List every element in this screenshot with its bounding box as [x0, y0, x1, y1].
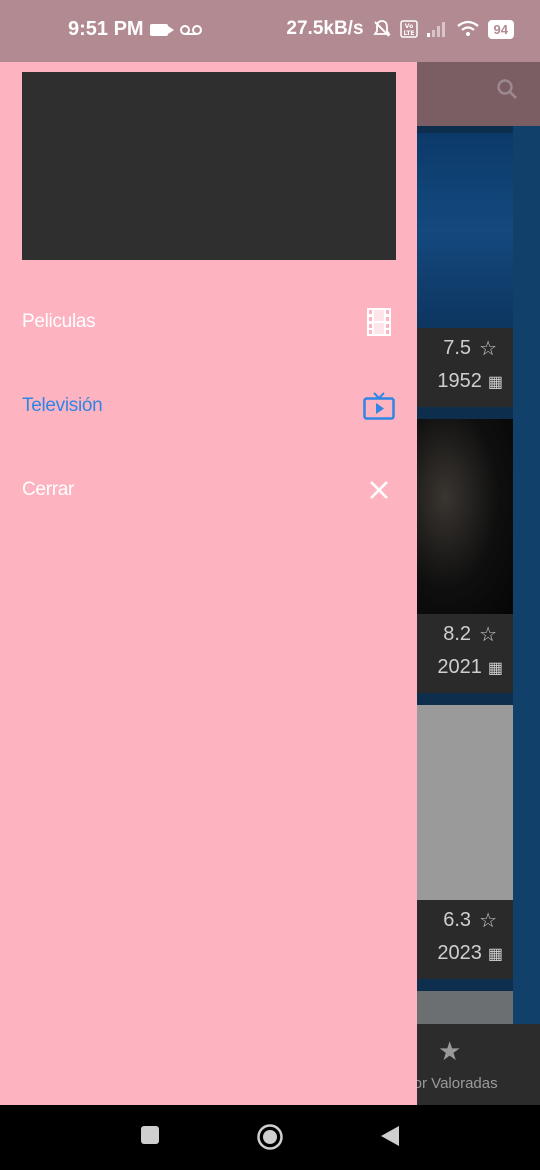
drawer-item-label: Televisión: [22, 395, 103, 416]
rating-value: 6.3: [443, 909, 472, 931]
tv-icon: [363, 390, 395, 422]
status-bar: 9:51 PM 27.5kB/s Vo LTE 94: [0, 0, 540, 62]
video-camera-icon: [149, 23, 174, 36]
rating-value: 7.5: [443, 337, 472, 359]
drawer-item-peliculas[interactable]: Peliculas: [0, 292, 417, 352]
poster-image: [416, 133, 513, 328]
rating-value: 8.2: [443, 623, 472, 645]
background-strip: [513, 126, 540, 1024]
calendar-icon: ▦: [487, 945, 503, 963]
search-icon[interactable]: [496, 78, 518, 100]
drawer-item-cerrar[interactable]: Cerrar: [0, 460, 417, 520]
drawer-item-television[interactable]: Televisión: [0, 376, 417, 436]
svg-text:LTE: LTE: [403, 30, 414, 37]
film-icon: [363, 306, 395, 338]
close-icon: [363, 474, 395, 506]
star-icon[interactable]: ★: [438, 1036, 461, 1067]
drawer-item-label: Peliculas: [22, 311, 96, 332]
bell-off-icon: [372, 20, 391, 37]
drawer-header-image: [22, 72, 396, 260]
star-outline-icon: ☆: [479, 624, 497, 646]
wifi-icon: [456, 20, 479, 36]
recents-button[interactable]: [140, 1125, 160, 1145]
poster-image: [416, 705, 513, 900]
year-value: 1952: [437, 370, 482, 392]
voicemail-icon: [179, 24, 202, 35]
home-button[interactable]: [256, 1123, 284, 1151]
drawer-item-label: Cerrar: [22, 479, 75, 500]
star-outline-icon: ☆: [479, 910, 497, 932]
movie-card[interactable]: 8.2 ☆ 2021 ▦: [416, 419, 513, 693]
movie-card[interactable]: 6.3 ☆ 2023 ▦: [416, 705, 513, 979]
calendar-icon: ▦: [487, 373, 503, 391]
volte-icon: VoLTE: [399, 20, 418, 38]
back-button[interactable]: [380, 1125, 400, 1147]
year-value: 2021: [437, 656, 482, 678]
movie-card[interactable]: 7.5 ☆ 1952 ▦: [416, 133, 513, 407]
calendar-icon: ▦: [487, 659, 503, 677]
clock: 9:51 PM: [68, 18, 144, 40]
network-speed: 27.5kB/s: [286, 18, 364, 39]
navigation-drawer: Peliculas Televisión Cerrar: [0, 0, 417, 1105]
star-outline-icon: ☆: [479, 338, 497, 360]
system-navigation-bar: [0, 1105, 540, 1170]
signal-icon: [426, 22, 445, 37]
year-value: 2023: [437, 942, 482, 964]
poster-image: [416, 419, 513, 614]
battery-indicator: 94: [487, 19, 514, 39]
svg-text:Vo: Vo: [404, 23, 412, 30]
